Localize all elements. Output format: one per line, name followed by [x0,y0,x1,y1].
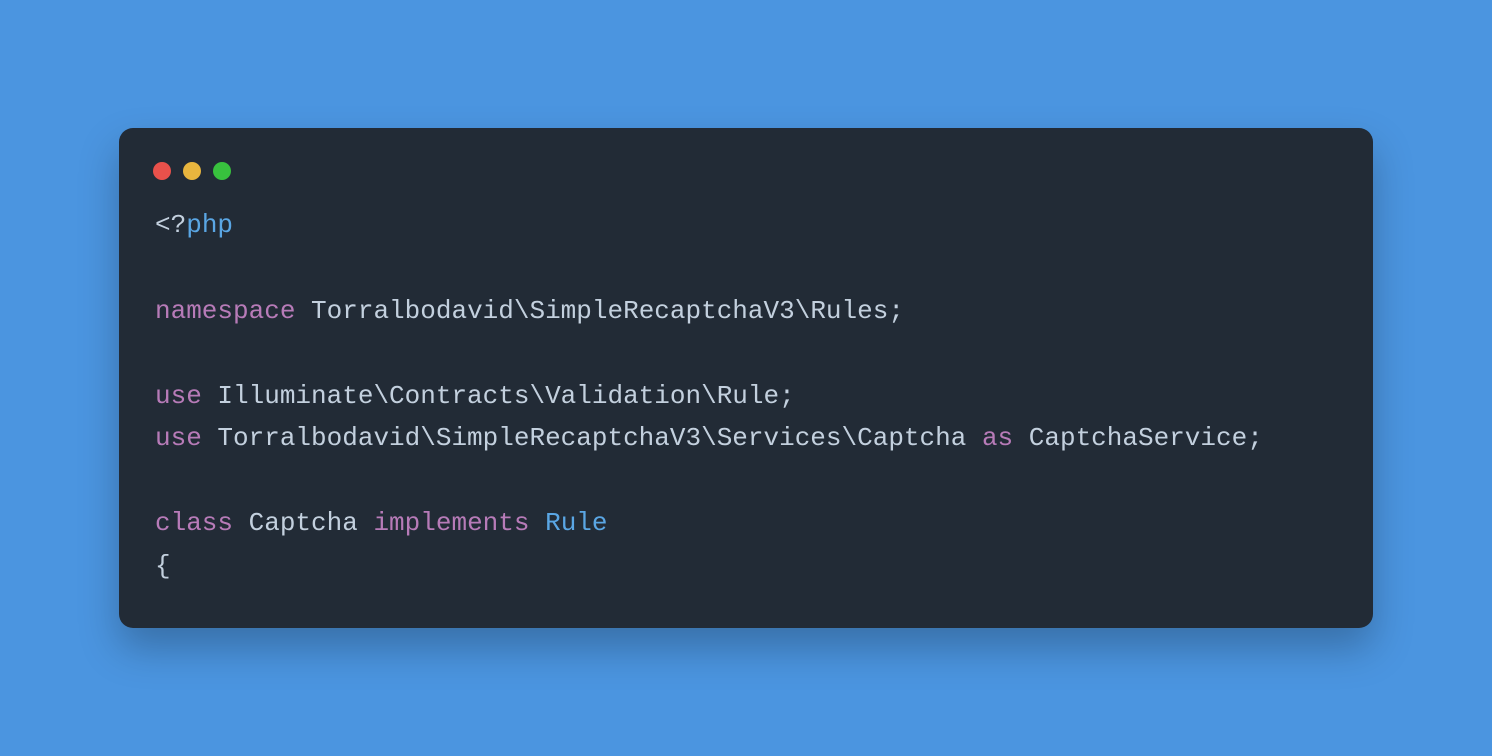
code-token: Illuminate\Contracts\Validation\Rule; [202,381,795,411]
minimize-icon[interactable] [183,162,201,180]
code-token: use [155,423,202,453]
code-token: <? [155,210,186,240]
zoom-icon[interactable] [213,162,231,180]
code-token: implements [373,508,529,538]
code-token: namespace [155,296,295,326]
code-token: { [155,551,171,581]
code-token: CaptchaService; [1013,423,1263,453]
code-token: Torralbodavid\SimpleRecaptchaV3\Rules; [295,296,904,326]
window-traffic-lights [151,158,1341,204]
code-token [529,508,545,538]
code-token: class [155,508,233,538]
page-background: <?php namespace Torralbodavid\SimpleReca… [0,0,1492,756]
code-token: use [155,381,202,411]
code-token: php [186,210,233,240]
code-window: <?php namespace Torralbodavid\SimpleReca… [119,128,1373,627]
code-token: as [982,423,1013,453]
code-token: Rule [545,508,607,538]
close-icon[interactable] [153,162,171,180]
code-token: Torralbodavid\SimpleRecaptchaV3\Services… [202,423,982,453]
code-block: <?php namespace Torralbodavid\SimpleReca… [151,204,1341,587]
code-token: Captcha [233,508,373,538]
